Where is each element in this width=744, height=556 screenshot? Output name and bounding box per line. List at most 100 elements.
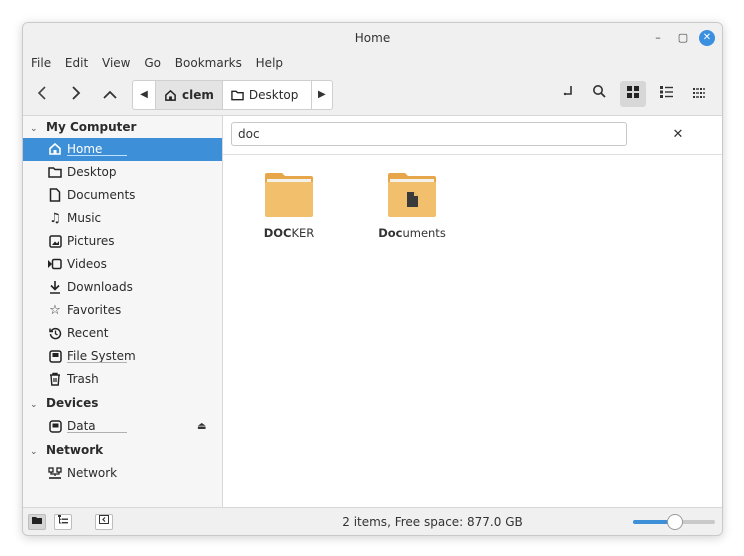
folder-icon: [265, 173, 313, 217]
usage-bar: [67, 432, 127, 433]
chevron-up-icon: [103, 90, 117, 99]
breadcrumb-right-arrow[interactable]: ▶: [310, 81, 332, 109]
breadcrumb-desktop[interactable]: Desktop: [221, 81, 311, 109]
back-button[interactable]: [30, 83, 54, 107]
breadcrumb-home-label: clem: [182, 88, 214, 102]
sidebar-item-trash[interactable]: Trash: [23, 368, 222, 391]
music-icon: ♫: [49, 211, 61, 226]
sidebar-item-label: Home: [67, 142, 103, 156]
breadcrumb-home[interactable]: clem: [155, 81, 222, 109]
close-icon[interactable]: ✕: [699, 30, 715, 46]
sidebar-item-favorites[interactable]: ☆ Favorites: [23, 299, 222, 322]
network-icon: [47, 462, 63, 488]
folder-icon: [32, 517, 42, 524]
sidebar-item-label: Favorites: [67, 303, 122, 317]
show-places-button[interactable]: [28, 514, 46, 530]
toolbar: ◀ clem Desktop ▶: [23, 75, 722, 116]
search-button[interactable]: [586, 81, 612, 107]
file-item-docker[interactable]: DOCKER: [244, 172, 334, 240]
zoom-slider[interactable]: [633, 514, 715, 530]
section-title: My Computer: [46, 120, 137, 134]
search-icon: [593, 85, 606, 98]
sidebar-toggle-icon: [99, 515, 109, 524]
status-bar: 2 items, Free space: 877.0 GB: [23, 507, 722, 535]
sidebar-item-label: Videos: [67, 257, 107, 271]
menu-file[interactable]: File: [26, 53, 56, 73]
list-view-button[interactable]: [653, 81, 679, 107]
video-icon: [47, 253, 63, 278]
breadcrumb: ◀ clem Desktop ▶: [132, 80, 333, 110]
minimize-icon[interactable]: –: [650, 30, 666, 46]
sidebar-item-desktop[interactable]: Desktop: [23, 161, 222, 184]
sidebar-item-recent[interactable]: Recent: [23, 322, 222, 345]
sidebar: ⌄ My Computer Home Desktop Documents ♫ Mu…: [23, 116, 223, 507]
file-manager-window: Home – ▢ ✕ File Edit View Go Bookmarks H…: [22, 22, 723, 536]
file-name-match: DOC: [263, 226, 292, 240]
section-my-computer[interactable]: ⌄ My Computer: [23, 116, 222, 138]
star-icon: ☆: [49, 303, 61, 318]
sidebar-item-downloads[interactable]: Downloads: [23, 276, 222, 299]
close-search-icon[interactable]: ✕: [668, 125, 688, 145]
sidebar-item-home[interactable]: Home: [23, 138, 222, 161]
compact-view-button[interactable]: [686, 81, 712, 107]
file-item-documents[interactable]: Documents: [367, 172, 457, 240]
grid-icon: [627, 86, 639, 98]
show-treeview-button[interactable]: [54, 514, 72, 530]
sidebar-item-documents[interactable]: Documents: [23, 184, 222, 207]
sidebar-item-music[interactable]: ♫ Music: [23, 207, 222, 230]
search-input[interactable]: [231, 122, 627, 146]
trash-icon: [47, 368, 63, 394]
chevron-down-icon: ⌄: [30, 124, 38, 134]
sidebar-item-label: Downloads: [67, 280, 133, 294]
eject-icon[interactable]: ⏏: [197, 415, 206, 438]
folder-icon: [231, 90, 244, 101]
sidebar-item-label: Data: [67, 419, 96, 433]
menu-edit[interactable]: Edit: [60, 53, 93, 73]
file-name: DOCKER: [244, 226, 334, 240]
title-bar[interactable]: Home – ▢ ✕: [23, 23, 722, 53]
sidebar-item-label: Documents: [67, 188, 136, 202]
section-network[interactable]: ⌄ Network: [23, 439, 222, 461]
menu-help[interactable]: Help: [251, 53, 288, 73]
chevron-left-icon: [37, 86, 46, 100]
sidebar-item-label: Music: [67, 211, 102, 225]
sidebar-item-label: Trash: [67, 372, 99, 386]
breadcrumb-left-arrow[interactable]: ◀: [133, 81, 155, 109]
sidebar-item-data[interactable]: Data ⏏: [23, 415, 222, 438]
hide-sidebar-button[interactable]: [95, 514, 113, 530]
zoom-slider-handle[interactable]: [667, 514, 683, 530]
file-view[interactable]: ✕ DOCKER Documents: [223, 116, 722, 507]
chevron-down-icon: ⌄: [30, 400, 38, 410]
sidebar-item-pictures[interactable]: Pictures: [23, 230, 222, 253]
maximize-icon[interactable]: ▢: [675, 30, 691, 46]
open-terminal-button[interactable]: [556, 81, 582, 107]
breadcrumb-desktop-label: Desktop: [248, 88, 299, 102]
file-name-rest: KER: [291, 226, 315, 240]
sidebar-item-label: Network: [67, 466, 118, 480]
section-title: Devices: [46, 396, 99, 410]
menu-bar: File Edit View Go Bookmarks Help: [23, 53, 722, 75]
forward-button[interactable]: [64, 83, 88, 107]
list-icon: [659, 86, 673, 98]
section-devices[interactable]: ⌄ Devices: [23, 392, 222, 414]
sidebar-item-file-system[interactable]: File System: [23, 345, 222, 368]
compact-list-icon: [693, 88, 705, 98]
documents-folder-icon: [388, 173, 436, 217]
file-name-match: Doc: [378, 226, 403, 240]
menu-bookmarks[interactable]: Bookmarks: [170, 53, 247, 73]
usage-bar: [67, 362, 127, 363]
terminal-arrow-icon: [563, 86, 572, 96]
sidebar-item-network[interactable]: Network: [23, 462, 222, 485]
up-button[interactable]: [98, 83, 122, 107]
menu-view[interactable]: View: [97, 53, 135, 73]
file-name: Documents: [367, 226, 457, 240]
sidebar-item-label: File System: [67, 349, 136, 363]
sidebar-item-videos[interactable]: Videos: [23, 253, 222, 276]
file-name-rest: uments: [402, 226, 446, 240]
menu-go[interactable]: Go: [139, 53, 166, 73]
tree-icon: [58, 515, 68, 524]
chevron-right-icon: [72, 86, 81, 100]
sidebar-item-label: Desktop: [67, 165, 117, 179]
usage-bar: [67, 155, 127, 156]
icon-view-button[interactable]: [620, 81, 646, 107]
